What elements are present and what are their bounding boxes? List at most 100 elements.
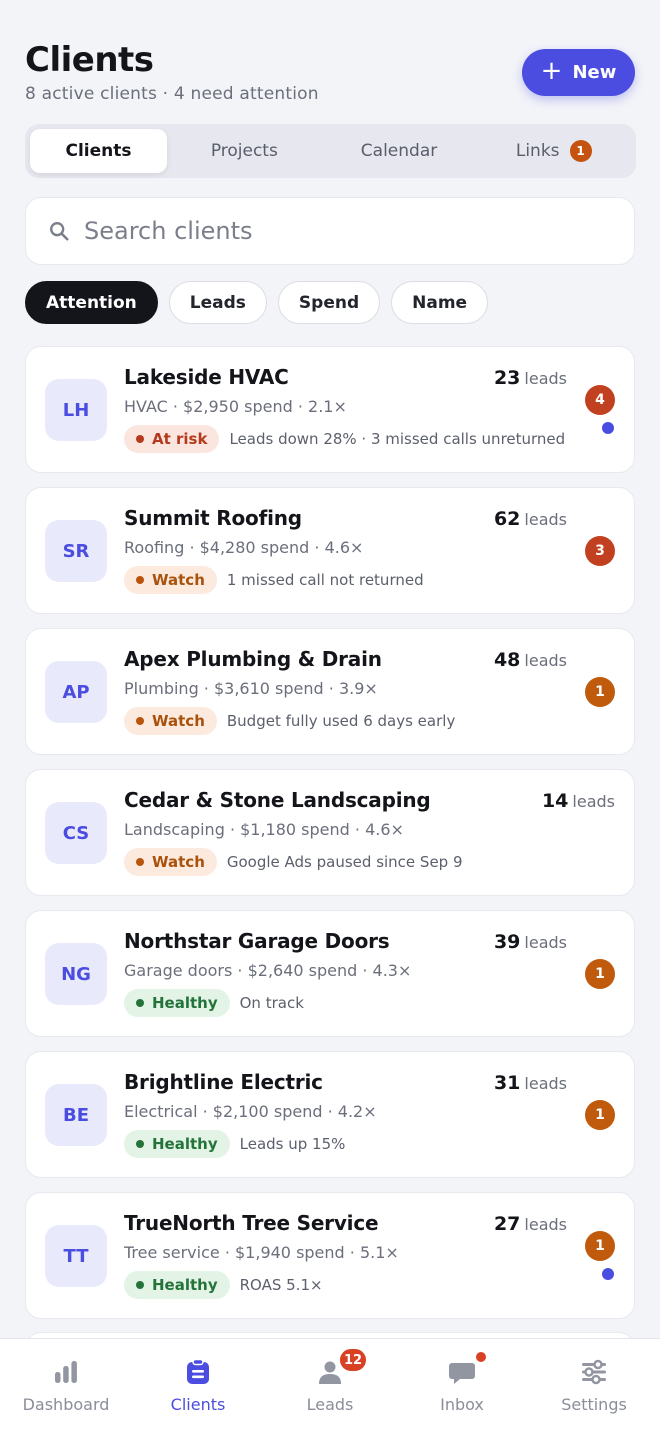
status-badge: Watch [124, 707, 217, 735]
status-badge: Watch [124, 848, 217, 876]
status-dot [136, 435, 144, 443]
client-meta: Tree service · $1,940 spend · 5.1× [124, 1243, 399, 1262]
client-meta: Electrical · $2,100 spend · 4.2× [124, 1102, 377, 1121]
status-note: Google Ads paused since Sep 9 [226, 853, 463, 871]
leads-unit: leads [524, 651, 567, 670]
leads-value: 39 [493, 931, 521, 953]
client-card[interactable]: BE Brightline Electric Electrical · $2,100… [25, 1051, 635, 1178]
client-avatar: BE [45, 1084, 107, 1146]
tab-links[interactable]: Links 1 [476, 129, 631, 173]
status-note: Leads down 28% · 3 missed calls unreturn… [229, 430, 566, 448]
client-name: Apex Plumbing & Drain [124, 647, 382, 671]
client-avatar: AP [45, 661, 107, 723]
bottom-nav: Dashboard Clients 12 Leads Inbox Setting… [0, 1338, 660, 1430]
status-dot [136, 858, 144, 866]
leads-value: 31 [493, 1072, 521, 1094]
leads-count: 39 leads [494, 931, 567, 953]
attention-count-badge: 1 [585, 677, 615, 707]
status-label: Watch [152, 571, 205, 589]
client-card[interactable]: SR Summit Roofing Roofing · $4,280 spend ·… [25, 487, 635, 614]
leads-count: 48 leads [494, 649, 567, 671]
client-card[interactable]: TT TrueNorth Tree Service Tree service · $… [25, 1192, 635, 1319]
leads-unit: leads [524, 1215, 567, 1234]
client-meta: Garage doors · $2,640 spend · 4.3× [124, 961, 412, 980]
client-name: TrueNorth Tree Service [124, 1211, 379, 1235]
status-row: Healthy On track [124, 989, 569, 1017]
tab-projects[interactable]: Projects [167, 129, 322, 173]
status-badge: Healthy [124, 1130, 230, 1158]
attention-count-badge: 3 [585, 536, 615, 566]
status-row: Watch Budget fully used 6 days early [124, 707, 569, 735]
nav-inbox[interactable]: Inbox [396, 1339, 528, 1430]
status-note: ROAS 5.1× [239, 1276, 323, 1294]
client-meta: Plumbing · $3,610 spend · 3.9× [124, 679, 378, 698]
status-label: Healthy [152, 1276, 218, 1294]
nav-label: Inbox [440, 1395, 484, 1414]
status-row: Watch 1 missed call not returned [124, 566, 569, 594]
status-badge: Healthy [124, 989, 230, 1017]
search-icon [50, 222, 69, 241]
status-label: Healthy [152, 1135, 218, 1153]
filter-spend[interactable]: Spend [277, 281, 381, 324]
tab-label: Clients [65, 141, 132, 161]
client-card[interactable]: NG Northstar Garage Doors Garage doors · $… [25, 910, 635, 1037]
nav-label: Leads [306, 1395, 354, 1414]
unread-dot [602, 1268, 614, 1280]
sliders-icon [582, 1359, 606, 1385]
attention-count-badge: 4 [585, 385, 615, 415]
status-dot [136, 1281, 144, 1289]
leads-count: 27 leads [494, 1213, 567, 1235]
leads-unit: leads [524, 369, 567, 388]
attention-count-badge: 1 [585, 1100, 615, 1130]
tab-clients[interactable]: Clients [30, 129, 167, 173]
chat-icon [449, 1363, 475, 1384]
filter-name[interactable]: Name [391, 281, 489, 324]
attention-count-badge: 1 [585, 1231, 615, 1261]
filter-leads[interactable]: Leads [168, 281, 267, 324]
new-client-button[interactable]: + New [522, 49, 635, 96]
client-avatar: LH [45, 379, 107, 441]
nav-label: Clients [170, 1395, 226, 1414]
status-badge: At risk [124, 425, 220, 453]
nav-settings[interactable]: Settings [528, 1339, 660, 1430]
client-card[interactable]: CS Cedar & Stone Landscaping Landscaping ·… [25, 769, 635, 896]
page-header: Clients 8 active clients · 4 need attent… [25, 40, 635, 110]
status-note: On track [239, 994, 304, 1012]
nav-dashboard[interactable]: Dashboard [0, 1339, 132, 1430]
client-name: Brightline Electric [124, 1070, 323, 1094]
client-list: LH Lakeside HVAC HVAC · $2,950 spend · 2.1… [25, 346, 635, 1333]
status-label: At risk [152, 430, 208, 448]
status-dot [136, 717, 144, 725]
status-note: Leads up 15% [239, 1135, 346, 1153]
leads-unit: leads [572, 792, 615, 811]
client-avatar: NG [45, 943, 107, 1005]
client-avatar: TT [45, 1225, 107, 1287]
leads-count: 14 leads [542, 790, 615, 812]
status-note: Budget fully used 6 days early [226, 712, 456, 730]
leads-unit: leads [524, 510, 567, 529]
leads-value: 14 [541, 790, 569, 812]
nav-label: Settings [561, 1395, 627, 1414]
client-name: Lakeside HVAC [124, 365, 289, 389]
tab-bar: Clients Projects Calendar Links 1 [25, 124, 636, 178]
status-label: Watch [152, 853, 205, 871]
search-bar [25, 197, 635, 265]
filter-attention[interactable]: Attention [25, 281, 158, 324]
nav-clients[interactable]: Clients [132, 1339, 264, 1430]
search-input[interactable] [84, 217, 584, 245]
nav-label: Dashboard [22, 1395, 110, 1414]
links-count-badge: 1 [569, 140, 592, 162]
leads-unit: leads [524, 933, 567, 952]
nav-leads[interactable]: 12 Leads [264, 1339, 396, 1430]
client-name: Summit Roofing [124, 506, 302, 530]
tab-calendar[interactable]: Calendar [322, 129, 477, 173]
status-badge: Healthy [124, 1271, 230, 1299]
inbox-unread-dot [474, 1350, 488, 1364]
client-name: Cedar & Stone Landscaping [124, 788, 431, 812]
leads-value: 62 [493, 508, 521, 530]
leads-count: 31 leads [494, 1072, 567, 1094]
client-card[interactable]: LH Lakeside HVAC HVAC · $2,950 spend · 2.1… [25, 346, 635, 473]
client-meta: Landscaping · $1,180 spend · 4.6× [124, 820, 404, 839]
status-dot [136, 576, 144, 584]
client-card[interactable]: AP Apex Plumbing & Drain Plumbing · $3,610… [25, 628, 635, 755]
